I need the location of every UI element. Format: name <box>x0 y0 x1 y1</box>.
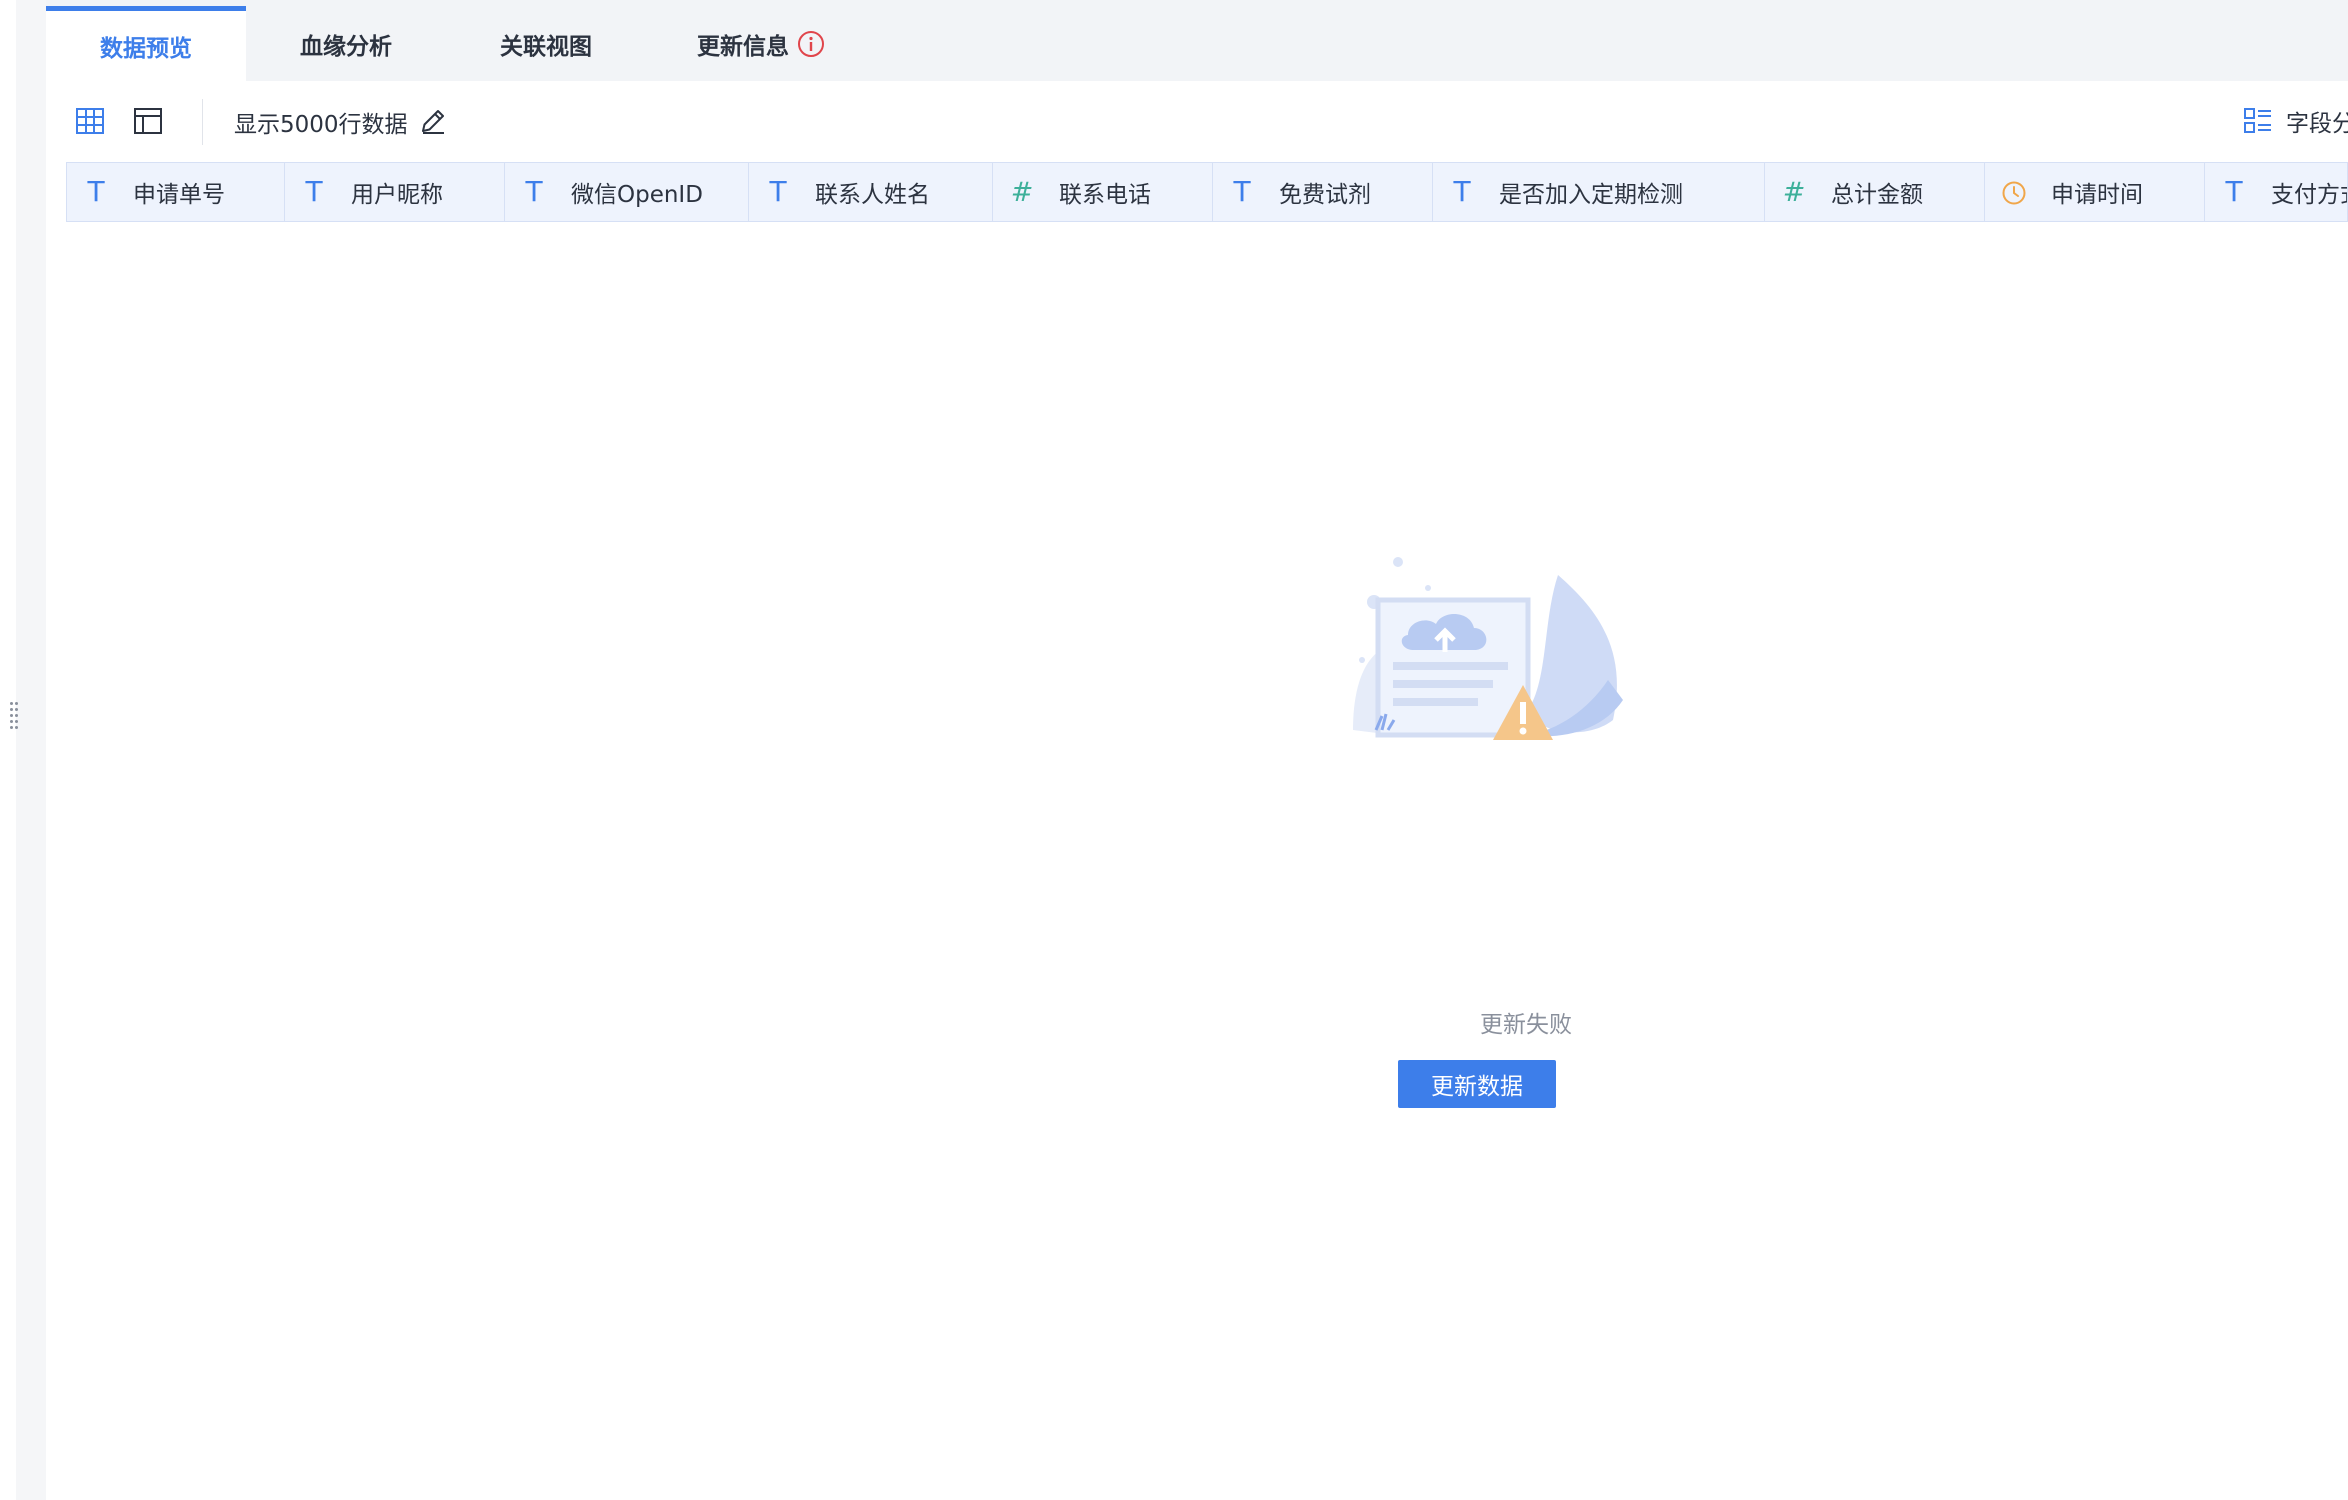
number-type-icon: # <box>1782 176 1806 208</box>
column-label: 联系人姓名 <box>815 182 930 208</box>
text-type-icon: T <box>1453 175 1471 208</box>
refresh-data-button[interactable]: 更新数据 <box>1398 1060 1556 1108</box>
tab-data-preview[interactable]: 数据预览 <box>46 6 246 81</box>
text-type-icon: T <box>305 175 323 208</box>
toolbar-divider <box>202 99 203 145</box>
tab-label: 更新信息 <box>697 33 789 60</box>
column-label: 是否加入定期检测 <box>1499 182 1683 208</box>
column-label: 用户昵称 <box>351 182 443 208</box>
left-panel-edge <box>16 0 46 1500</box>
clock-type-icon <box>1999 178 2029 206</box>
tab-lineage-analysis[interactable]: 血缘分析 <box>246 6 446 81</box>
column-header[interactable]: # 联系电话 <box>993 163 1213 221</box>
column-label: 申请时间 <box>2051 182 2143 208</box>
column-header[interactable]: T 微信OpenID <box>505 163 749 221</box>
column-label: 总计金额 <box>1831 182 1923 208</box>
column-label: 支付方式 <box>2271 182 2347 208</box>
toolbar: 显示5000行数据 字段分 <box>46 81 2348 163</box>
table-header: T 申请单号 T 用户昵称 T 微信OpenID T 联系人姓名 # 联系电话 … <box>66 162 2348 222</box>
column-header[interactable]: # 总计金额 <box>1765 163 1985 221</box>
layout-view-icon[interactable] <box>131 104 165 138</box>
field-settings-button[interactable]: 字段分 <box>2242 101 2348 141</box>
tab-relation-view[interactable]: 关联视图 <box>446 6 646 81</box>
column-label: 微信OpenID <box>571 182 703 208</box>
field-list-icon <box>2244 108 2271 133</box>
column-label: 联系电话 <box>1059 182 1151 208</box>
empty-state-message: 更新失败 <box>1480 1012 1572 1038</box>
column-label: 免费试剂 <box>1279 182 1371 208</box>
error-info-icon <box>798 30 824 57</box>
column-header[interactable]: T 是否加入定期检测 <box>1433 163 1765 221</box>
column-header[interactable]: T 联系人姓名 <box>749 163 993 221</box>
grid-view-icon[interactable] <box>73 104 107 138</box>
tab-label: 数据预览 <box>100 36 192 62</box>
resize-handle[interactable] <box>8 702 20 730</box>
column-header[interactable]: 申请时间 <box>1985 163 2205 221</box>
column-header[interactable]: T 申请单号 <box>67 163 285 221</box>
tab-update-info[interactable]: 更新信息 <box>646 6 876 81</box>
row-count-label: 显示5000行数据 <box>234 112 408 138</box>
text-type-icon: T <box>769 175 787 208</box>
field-settings-label: 字段分 <box>2286 111 2348 137</box>
number-type-icon: # <box>1010 176 1034 208</box>
text-type-icon: T <box>2225 175 2243 208</box>
column-label: 申请单号 <box>133 182 225 208</box>
main-panel: 数据预览 血缘分析 关联视图 更新信息 显示5000行数据 字段分 T 申请单号… <box>46 0 2348 1500</box>
column-header[interactable]: T 免费试剂 <box>1213 163 1433 221</box>
tab-bar: 数据预览 血缘分析 关联视图 更新信息 <box>46 0 2348 81</box>
tab-label: 关联视图 <box>500 33 592 60</box>
column-header[interactable]: T 用户昵称 <box>285 163 505 221</box>
edit-icon[interactable] <box>416 104 450 138</box>
tab-label: 血缘分析 <box>300 33 392 60</box>
text-type-icon: T <box>525 175 543 208</box>
empty-state <box>46 222 2348 1500</box>
left-rail <box>0 0 17 1500</box>
text-type-icon: T <box>87 175 105 208</box>
column-header[interactable]: T 支付方式 <box>2205 163 2347 221</box>
text-type-icon: T <box>1233 175 1251 208</box>
update-failed-illustration <box>1353 557 1623 740</box>
